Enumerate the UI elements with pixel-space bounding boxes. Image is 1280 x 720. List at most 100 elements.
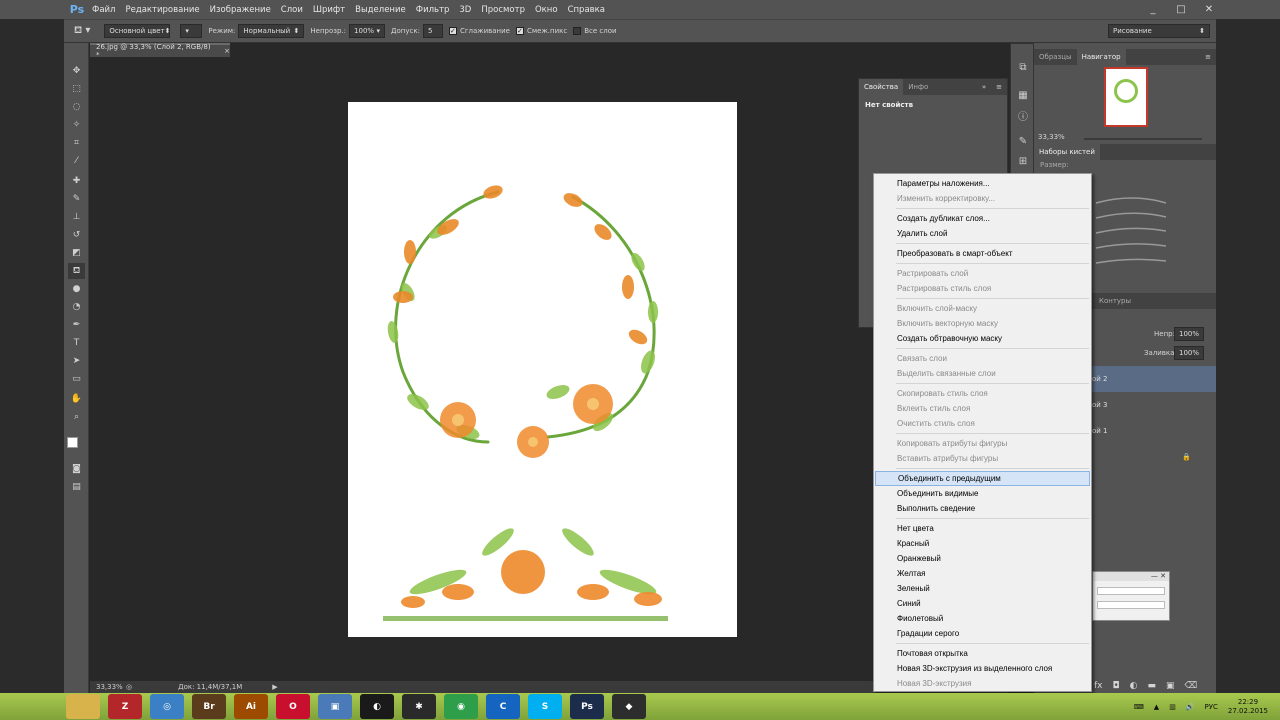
context-menu-item[interactable]: Параметры наложения... (874, 176, 1091, 191)
context-menu-item[interactable]: Новая 3D-экструзия из выделенного слоя (874, 661, 1091, 676)
contiguous-checkbox[interactable]: ✓ Смеж.пикс (515, 27, 567, 35)
mask-icon[interactable]: ◘ (1113, 681, 1120, 691)
document-tab[interactable]: 26.jpg @ 33,3% (Слой 2, RGB/8) * × (90, 43, 230, 59)
foreground-color-swatch[interactable] (67, 437, 78, 448)
eyedropper-icon[interactable]: ⁄ (68, 153, 85, 169)
status-arrow-icon[interactable]: ▶ (272, 683, 277, 691)
marquee-tool-icon[interactable]: ⬚ (68, 81, 85, 97)
context-menu-item[interactable]: Синий (874, 596, 1091, 611)
menu-3d[interactable]: 3D (454, 5, 476, 15)
navigator-zoom-slider[interactable] (1084, 138, 1202, 140)
document-tab-close[interactable]: × (224, 47, 230, 55)
close-button[interactable]: ✕ (1198, 1, 1220, 18)
brush-tool-icon[interactable]: ✎ (68, 191, 85, 207)
folder-icon[interactable]: ▬ (1147, 681, 1156, 691)
language-indicator[interactable]: РУС (1205, 703, 1218, 711)
clone-source-icon[interactable]: ⊞ (1016, 154, 1030, 168)
context-menu-item[interactable]: Выделить связанные слои (874, 366, 1091, 381)
quick-mask-icon[interactable]: ◙ (68, 461, 85, 477)
context-menu-item[interactable]: Желтая (874, 566, 1091, 581)
maximize-button[interactable]: □ (1170, 1, 1192, 18)
filezilla-taskbar-icon[interactable]: Z (108, 694, 142, 719)
fx-icon[interactable]: fx (1094, 681, 1103, 691)
menu-type[interactable]: Шрифт (308, 5, 350, 15)
healing-brush-icon[interactable]: ✚ (68, 173, 85, 189)
all-layers-checkbox[interactable]: Все слои (573, 27, 617, 35)
dodge-tool-icon[interactable]: ◔ (68, 299, 85, 315)
tab-swatches[interactable]: Образцы (1034, 49, 1077, 65)
paint-bucket-icon[interactable]: ⛾ ▾ (74, 25, 90, 38)
menu-file[interactable]: Файл (87, 5, 120, 15)
dialog-field[interactable] (1097, 601, 1165, 609)
network-icon[interactable]: ▥ (1169, 703, 1176, 711)
panel-collapse-icon[interactable]: » (977, 79, 991, 95)
opacity-input[interactable]: 100% ▾ (349, 24, 386, 38)
context-menu-item[interactable]: Зеленый (874, 581, 1091, 596)
shape-tool-icon[interactable]: ▭ (68, 371, 85, 387)
pen-tool-icon[interactable]: ✒ (68, 317, 85, 333)
hand-tool-icon[interactable]: ✋ (68, 391, 85, 407)
tab-paths[interactable]: Контуры (1094, 293, 1136, 309)
context-menu-item[interactable]: Оранжевый (874, 551, 1091, 566)
pattern-select[interactable]: ▾ (180, 24, 203, 38)
history-brush-icon[interactable]: ↺ (68, 227, 85, 243)
context-menu-item[interactable]: Почтовая открытка (874, 646, 1091, 661)
history-panel-icon[interactable]: ⧉ (1016, 60, 1030, 74)
document-canvas[interactable] (348, 102, 737, 637)
context-menu-item[interactable]: Объединить видимые (874, 486, 1091, 501)
context-menu-item[interactable]: Включить слой-маску (874, 301, 1091, 316)
context-menu-item[interactable]: Нет цвета (874, 521, 1091, 536)
context-menu-item[interactable]: Очистить стиль слоя (874, 416, 1091, 431)
context-menu-item[interactable]: Новая 3D-экструзия (874, 676, 1091, 691)
panel-menu-icon[interactable]: ≡ (1200, 49, 1216, 65)
type-tool-icon[interactable]: T (68, 335, 85, 351)
volume-icon[interactable]: 🔊 (1186, 703, 1195, 711)
mode-select[interactable]: Нормальный ⬍ (238, 24, 305, 38)
context-menu-item[interactable]: Растрировать слой (874, 266, 1091, 281)
status-info-icon[interactable]: ◎ (126, 683, 132, 691)
illustrator-taskbar-icon[interactable]: Ai (234, 694, 268, 719)
menu-view[interactable]: Просмотр (476, 5, 530, 15)
workspace-select[interactable]: Рисование ⬍ (1108, 24, 1210, 38)
context-menu-item[interactable]: Создать обтравочную маску (874, 331, 1091, 346)
navigator-zoom[interactable]: 33,33% (1038, 133, 1065, 141)
screen-mode-icon[interactable]: ▤ (68, 479, 85, 495)
fill-source-select[interactable]: Основной цвет ⬍ (104, 24, 171, 38)
info-panel-icon[interactable]: ⓘ (1016, 108, 1030, 123)
context-menu-item[interactable]: Фиолетовый (874, 611, 1091, 626)
app-red-taskbar-icon[interactable]: ✱ (402, 694, 436, 719)
brush-panel-icon[interactable]: ✎ (1016, 134, 1030, 148)
menu-image[interactable]: Изображение (205, 5, 276, 15)
app-blue-taskbar-icon[interactable]: ◎ (150, 694, 184, 719)
keyboard-icon[interactable]: ⌨ (1134, 703, 1144, 711)
chrome-taskbar-icon[interactable]: ◉ (444, 694, 478, 719)
context-menu-item[interactable]: Удалить слой (874, 226, 1091, 241)
context-menu-item[interactable]: Связать слои (874, 351, 1091, 366)
eraser-icon[interactable]: ◩ (68, 245, 85, 261)
lasso-tool-icon[interactable]: ◌ (68, 99, 85, 115)
status-zoom[interactable]: 33,33% (96, 683, 126, 691)
opera-taskbar-icon[interactable]: O (276, 694, 310, 719)
menu-window[interactable]: Окно (530, 5, 563, 15)
menu-filter[interactable]: Фильтр (411, 5, 455, 15)
skype-taskbar-icon[interactable]: S (528, 694, 562, 719)
tab-properties[interactable]: Свойства (859, 79, 904, 95)
context-menu-item[interactable]: Создать дубликат слоя... (874, 211, 1091, 226)
context-menu-item[interactable]: Красный (874, 536, 1091, 551)
clock[interactable]: 22:29 27.02.2015 (1228, 698, 1268, 716)
photoshop-taskbar-icon[interactable]: Ps (570, 694, 604, 719)
trash-icon[interactable]: ⌫ (1185, 681, 1198, 691)
zoom-tool-icon[interactable]: ⌕ (68, 409, 85, 425)
adjustments-panel-icon[interactable]: ▦ (1016, 88, 1030, 102)
move-tool-icon[interactable]: ✥ (68, 63, 85, 79)
paint-bucket-tool-icon[interactable]: ⛾ (68, 263, 85, 279)
context-menu-item[interactable]: Копировать атрибуты фигуры (874, 436, 1091, 451)
path-select-icon[interactable]: ➤ (68, 353, 85, 369)
dialog-field[interactable] (1097, 587, 1165, 595)
menu-edit[interactable]: Редактирование (120, 5, 204, 15)
blur-tool-icon[interactable]: ● (68, 281, 85, 297)
crop-tool-icon[interactable]: ⌗ (68, 135, 85, 151)
adjustment-icon[interactable]: ◐ (1130, 681, 1138, 691)
context-menu-item[interactable]: Вставить атрибуты фигуры (874, 451, 1091, 466)
tab-info[interactable]: Инфо (903, 79, 933, 95)
